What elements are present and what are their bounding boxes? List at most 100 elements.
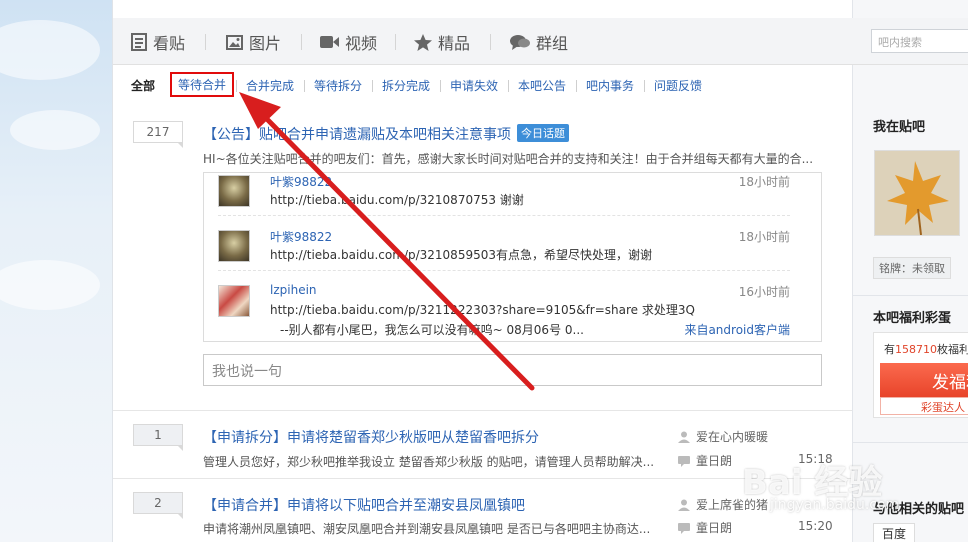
author-name: 爱在心内暖暖 [696,430,769,444]
filter-waiting-merge[interactable]: 等待合并 [170,72,235,97]
divider [218,215,790,216]
reply-text: http://tieba.baidu.com/p/3210870753 谢谢 [270,193,524,207]
divider [205,34,206,50]
divider [440,80,441,92]
divider [490,34,491,50]
reply-item: 叶紫98822 18小时前 http://tieba.baidu.com/p/3… [218,173,790,221]
divider [852,442,968,443]
thread-prefix: 【申请合并】 [203,498,287,514]
hot-topic-badge[interactable]: 今日话题 [517,124,569,142]
reply-author[interactable]: 叶紫98822 [270,173,332,190]
lottery-suffix: 枚福利 [937,343,968,356]
bar-search-input[interactable]: 吧内搜索 [871,29,968,53]
tab-label: 群组 [536,34,569,53]
reply-item: 叶紫98822 18小时前 http://tieba.baidu.com/p/3… [218,228,790,276]
document-icon [131,33,147,51]
reply-count: 1 [133,424,183,451]
divider [113,410,852,411]
header-tabs: 看贴 图片 视频 精品 群组 [113,18,968,65]
reply-signature: --别人都有小尾巴，我怎么可以没有嘛呜~ 08月06号 0... [280,323,584,337]
thread-title[interactable]: 【申请合并】申请将以下贴吧合并至潮安县凤凰镇吧 [203,495,525,515]
thread-abstract: 管理人员您好，郑少秋吧推举我设立 楚留香郑少秋版 的贴吧，请管理人员帮助解决..… [203,455,655,469]
thread-abstract: HI~各位关注贴吧合并的吧友们：首先，感谢大家长时间对贴吧合并的支持和关注！由于… [203,152,814,166]
divider [301,34,302,50]
video-camera-icon [320,36,339,48]
tab-label: 精品 [438,34,471,53]
thread-title[interactable]: 【公告】贴吧合并申请遗漏贴及本吧相关注意事项 [203,124,511,144]
quick-reply-input[interactable]: 我也说一句 [203,354,822,386]
filter-split-done[interactable]: 拆分完成 [382,77,430,94]
avatar[interactable] [218,175,250,207]
divider [644,80,645,92]
divider [395,34,396,50]
filter-merge-done[interactable]: 合并完成 [246,77,294,94]
egg-master-link[interactable]: 彩蛋达人 [880,397,968,415]
cloud-decoration [10,110,100,150]
my-tieba-title: 我在贴吧 [873,120,926,135]
reply-text: http://tieba.baidu.com/p/3211222303?shar… [270,303,695,317]
divider [576,80,577,92]
tab-kantie[interactable]: 看贴 [131,31,185,53]
chat-group-icon [510,34,530,50]
page-background [0,0,112,542]
divider [508,80,509,92]
thread-title-text: 申请将以下贴吧合并至潮安县凤凰镇吧 [287,498,525,514]
related-bar-chip[interactable]: 百度 [873,523,916,542]
star-icon [414,33,432,51]
reply-text: http://tieba.baidu.com/p/3210859503有点急，希… [270,248,652,262]
client-source-link[interactable]: 来自android客户端 [684,321,790,338]
last-reply-name: 童日朗 [696,454,733,468]
last-reply-user[interactable]: 童日朗 [678,519,732,536]
avatar[interactable] [218,230,250,262]
divider [372,80,373,92]
reply-author[interactable]: lzpihein [270,283,317,297]
watermark-url: jingyan.baidu.com [770,497,900,513]
thread-title-text: 申请将楚留香郑少秋版吧从楚留香吧拆分 [287,430,539,446]
last-reply-name: 童日朗 [696,521,733,535]
tab-label: 看贴 [153,34,186,53]
avatar[interactable] [874,150,960,236]
thread-prefix: 【公告】 [203,127,259,143]
comment-icon [678,523,690,534]
last-reply-time: 15:20 [798,519,833,533]
thread-abstract: 申请将潮州凤凰镇吧、潮安凤凰吧合并到潮安县凤凰镇吧 是否已与各吧吧主协商达... [203,522,651,536]
divider [236,80,237,92]
last-reply-user[interactable]: 童日朗 [678,452,732,469]
lottery-count-text: 有158710枚福利 [884,341,968,357]
tab-jingpin[interactable]: 精品 [414,31,470,53]
thread-prefix: 【申请拆分】 [203,430,287,446]
tab-tupian[interactable]: 图片 [226,31,281,53]
filter-feedback[interactable]: 问题反馈 [654,77,702,94]
reply-item: lzpihein 16小时前 http://tieba.baidu.com/p/… [218,283,790,341]
reply-time: 16小时前 [738,285,790,299]
thread-title[interactable]: 【申请拆分】申请将楚留香郑少秋版吧从楚留香吧拆分 [203,427,539,447]
lottery-count: 158710 [895,343,937,356]
reply-author[interactable]: 叶紫98822 [270,228,332,245]
nameplate-badge[interactable]: 铭牌：未领取 [873,257,951,279]
tab-shipin[interactable]: 视频 [320,31,377,53]
filter-bar: 全部 等待合并 合并完成 等待拆分 拆分完成 申请失效 本吧公告 吧内事务 问题… [120,72,850,98]
image-icon [226,34,243,50]
reply-time: 18小时前 [738,175,790,189]
lottery-title: 本吧福利彩蛋 [873,311,952,326]
thread-author[interactable]: 爱在心内暖暖 [678,428,768,445]
tab-label: 图片 [249,34,282,53]
filter-all[interactable]: 全部 [131,77,155,94]
comment-icon [678,456,690,467]
divider [218,270,790,271]
avatar[interactable] [218,285,250,317]
reply-count: 217 [133,121,183,148]
cloud-decoration [0,20,100,80]
filter-invalid[interactable]: 申请失效 [450,77,498,94]
filter-waiting-split[interactable]: 等待拆分 [314,77,362,94]
filter-announcement[interactable]: 本吧公告 [518,77,566,94]
cloud-decoration [0,260,100,310]
user-icon [678,431,690,443]
reply-time: 18小时前 [738,230,790,244]
divider [852,295,968,296]
filter-affairs[interactable]: 吧内事务 [586,77,634,94]
reply-count: 2 [133,492,183,519]
send-bonus-button[interactable]: 发福利 [880,363,968,397]
tab-qunzu[interactable]: 群组 [510,31,568,53]
thread-title-text: 贴吧合并申请遗漏贴及本吧相关注意事项 [259,127,511,143]
